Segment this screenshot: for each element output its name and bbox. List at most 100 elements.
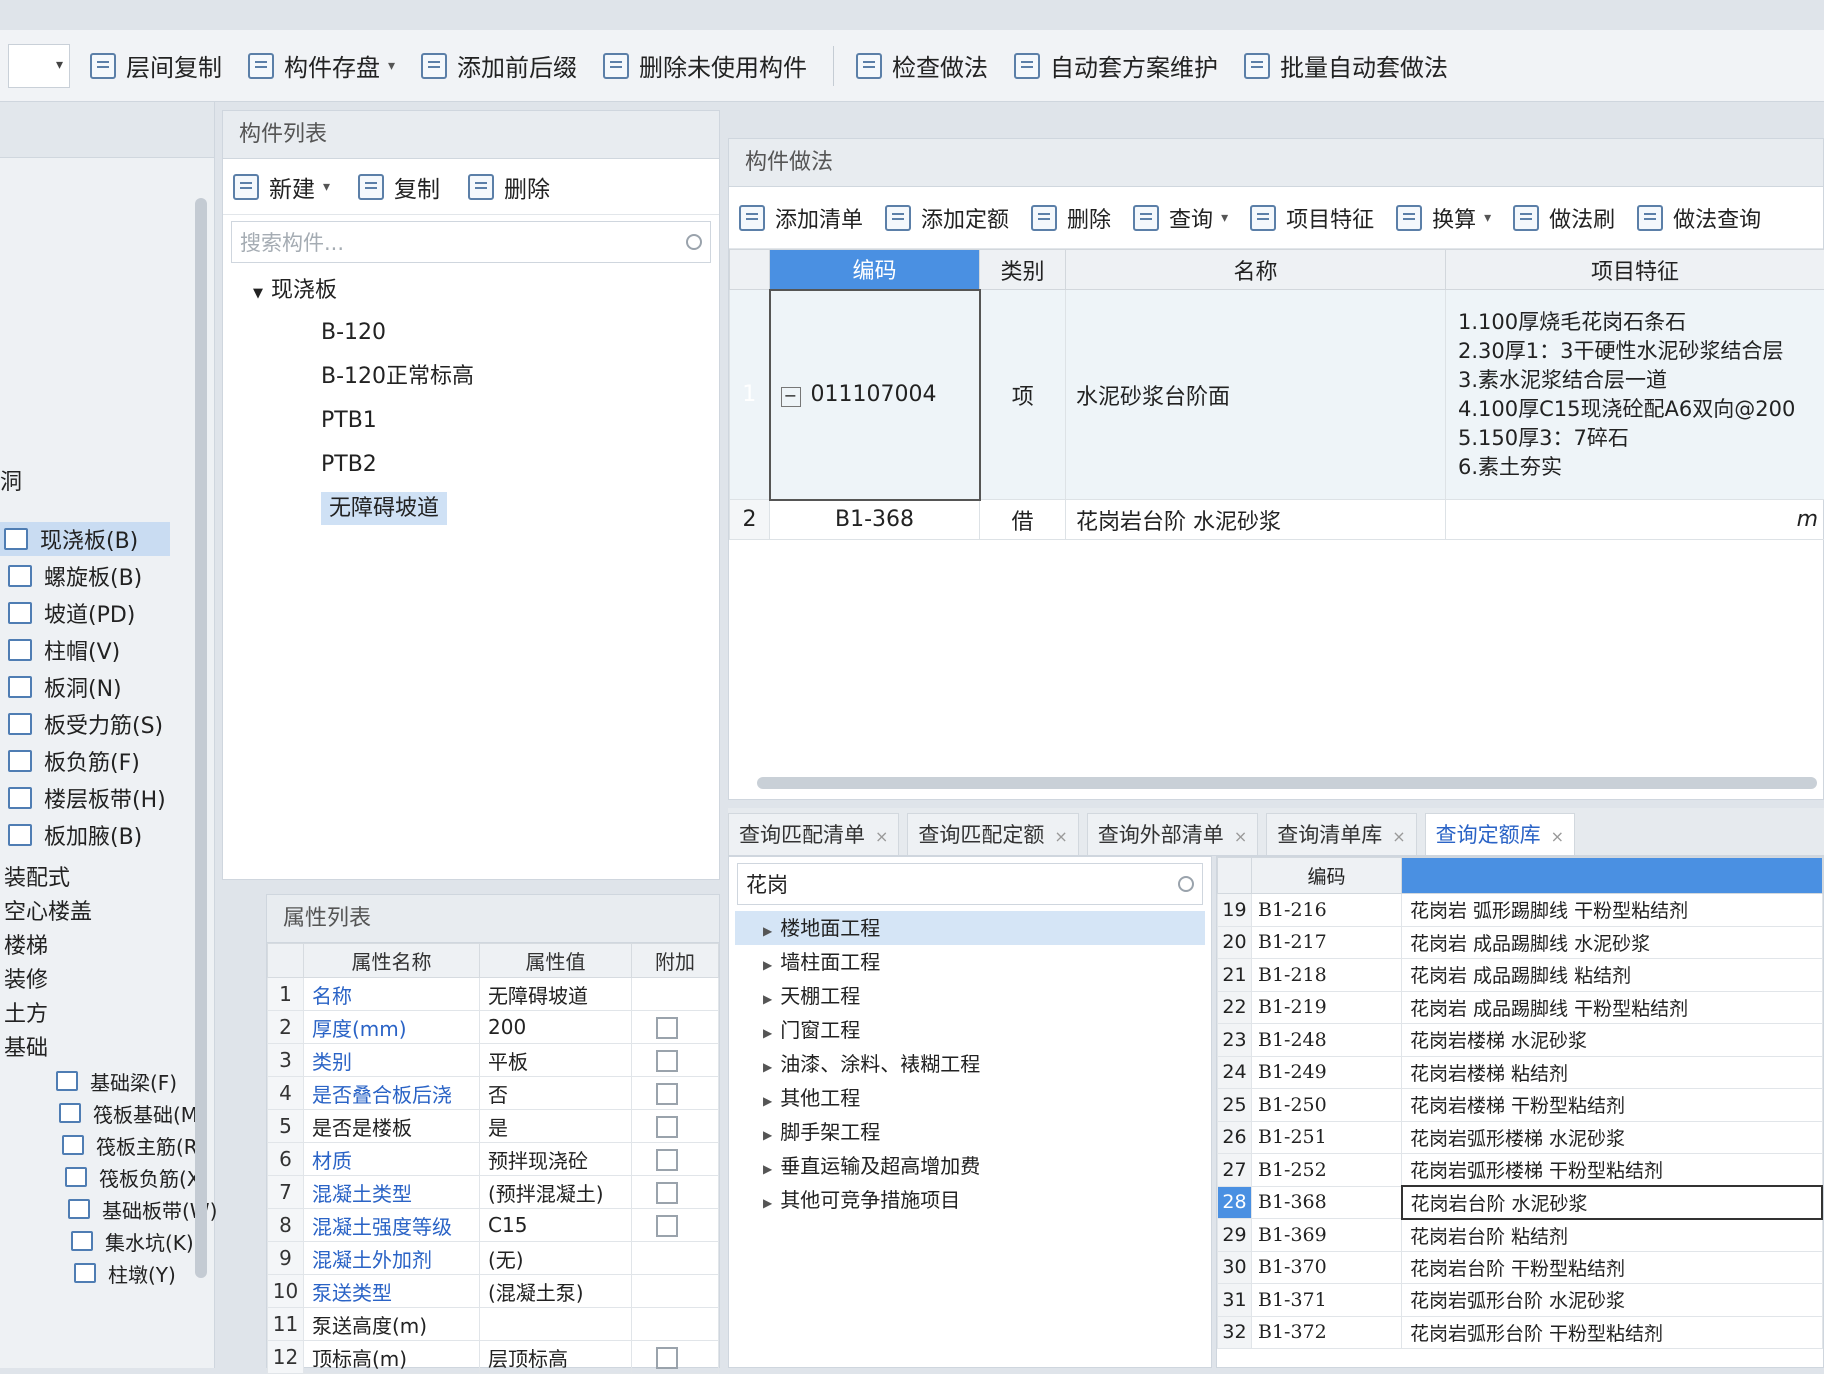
extra-checkbox[interactable] [656,1116,678,1138]
method-tool-button[interactable]: 换算▾ [1396,202,1491,234]
chevron-down-icon[interactable]: ▾ [1221,210,1228,226]
chapter-tree-item[interactable]: ▶油漆、涂料、裱糊工程 [735,1047,1205,1081]
nav-item[interactable]: 坡道(PD) [0,596,200,630]
chapter-tree-item[interactable]: ▶天棚工程 [735,979,1205,1013]
chapter-tree-item[interactable]: ▶门窗工程 [735,1013,1205,1047]
query-tab[interactable]: 查询匹配清单× [728,813,899,855]
new-component-button[interactable]: 新建▾ [233,170,330,204]
quota-row[interactable]: 24B1-249花岗岩楼梯 粘结剂 [1218,1056,1823,1089]
property-row[interactable]: 4是否叠合板后浇否 [268,1077,719,1110]
component-tree-item[interactable]: PTB2 [223,443,719,487]
property-row[interactable]: 5是否是楼板是 [268,1110,719,1143]
quota-row[interactable]: 20B1-217花岗岩 成品踢脚线 水泥砂浆 [1218,926,1823,959]
property-row[interactable]: 9混凝土外加剂(无) [268,1242,719,1275]
property-value[interactable]: (无) [480,1242,632,1275]
component-tree-item[interactable]: B-120 [223,311,719,355]
method-tool-button[interactable]: 删除 [1031,202,1111,234]
nav-item[interactable]: 柱帽(V) [0,633,200,667]
property-value[interactable]: (预拌混凝土) [480,1176,632,1209]
nav-sub-item[interactable]: 集水坑(K) [0,1226,194,1256]
quota-row[interactable]: 23B1-248花岗岩楼梯 水泥砂浆 [1218,1024,1823,1057]
method-tool-button[interactable]: 项目特征 [1250,202,1374,234]
col-quota-name[interactable] [1402,858,1823,894]
property-value[interactable]: C15 [480,1209,632,1242]
col-name[interactable]: 名称 [1066,250,1446,290]
extra-checkbox[interactable] [656,1017,678,1039]
property-value[interactable]: 无障碍坡道 [480,978,632,1011]
query-tab[interactable]: 查询清单库× [1266,813,1416,855]
quota-row[interactable]: 26B1-251花岗岩弧形楼梯 水泥砂浆 [1218,1121,1823,1154]
extra-checkbox[interactable] [656,1050,678,1072]
nav-sub-item[interactable]: 筏板基础(M) [0,1098,206,1128]
caret-right-icon[interactable]: ▶ [763,1162,772,1176]
method-tool-button[interactable]: 做法刷 [1513,202,1615,234]
caret-right-icon[interactable]: ▶ [763,992,772,1006]
nav-group[interactable]: 空心楼盖 [0,894,92,926]
nav-sub-item[interactable]: 筏板负筋(X) [0,1162,208,1192]
nav-item[interactable]: 板加腋(B) [0,818,200,852]
caret-right-icon[interactable]: ▶ [763,924,772,938]
toolbar-button-0[interactable]: 层间复制 [90,48,222,83]
property-row[interactable]: 12顶标高(m)层顶标高 [268,1341,719,1374]
nav-scrollbar[interactable] [195,198,207,1278]
property-value[interactable]: 否 [480,1077,632,1110]
nav-group[interactable]: 装修 [0,962,48,994]
search-icon[interactable] [1178,876,1194,892]
nav-sub-item[interactable]: 基础板带(W) [0,1194,217,1224]
tree-root-node[interactable]: ▼现浇板 [223,271,719,311]
caret-right-icon[interactable]: ▶ [763,1128,772,1142]
property-row[interactable]: 11泵送高度(m) [268,1308,719,1341]
chapter-tree-item[interactable]: ▶楼地面工程 [735,911,1205,945]
chapter-tree-item[interactable]: ▶垂直运输及超高增加费 [735,1149,1205,1183]
extra-checkbox[interactable] [656,1347,678,1369]
toolbar-button-2[interactable]: 添加前后缀 [421,48,577,83]
collapse-icon[interactable]: − [781,387,801,407]
quota-row[interactable]: 29B1-369花岗岩台阶 粘结剂 [1218,1219,1823,1252]
nav-item[interactable]: 板洞(N) [0,670,200,704]
toolbar-button-5[interactable]: 自动套方案维护 [1014,48,1218,83]
property-value[interactable]: (混凝土泵) [480,1275,632,1308]
query-tab[interactable]: 查询外部清单× [1087,813,1258,855]
toolbar-button-3[interactable]: 删除未使用构件 [603,48,807,83]
property-row[interactable]: 8混凝土强度等级C15 [268,1209,719,1242]
caret-down-icon[interactable]: ▼ [253,286,263,301]
property-row[interactable]: 2厚度(mm)200 [268,1011,719,1044]
nav-sub-item[interactable]: 基础梁(F) [0,1066,177,1096]
toolbar-button-6[interactable]: 批量自动套做法 [1244,48,1448,83]
nav-sub-item[interactable]: 柱墩(Y) [0,1258,176,1288]
chevron-down-icon[interactable]: ▾ [1484,210,1491,226]
quota-search-input[interactable]: 花岗 [737,863,1203,905]
quota-row[interactable]: 27B1-252花岗岩弧形楼梯 干粉型粘结剂 [1218,1154,1823,1187]
quota-row[interactable]: 30B1-370花岗岩台阶 干粉型粘结剂 [1218,1251,1823,1284]
toolbar-button-1[interactable]: 构件存盘▾ [248,48,395,83]
quota-row[interactable]: 31B1-371花岗岩弧形台阶 水泥砂浆 [1218,1284,1823,1317]
query-tab[interactable]: 查询定额库× [1425,813,1575,855]
method-row[interactable]: 2 B1-368 借 花岗岩台阶 水泥砂浆 m [730,500,1824,540]
delete-component-button[interactable]: 删除 [468,170,550,204]
nav-group[interactable]: 基础 [0,1030,48,1062]
col-feature[interactable]: 项目特征 [1446,250,1824,290]
quota-row[interactable]: 21B1-218花岗岩 成品踢脚线 粘结剂 [1218,959,1823,992]
property-value[interactable]: 预拌现浇砼 [480,1143,632,1176]
property-row[interactable]: 1名称无障碍坡道 [268,978,719,1011]
close-icon[interactable]: × [1392,827,1405,846]
close-icon[interactable]: × [1054,827,1067,846]
chevron-down-icon[interactable]: ▾ [323,179,330,195]
extra-checkbox[interactable] [656,1083,678,1105]
nav-item[interactable]: 板负筋(F) [0,744,200,778]
component-tree-item[interactable]: B-120正常标高 [223,355,719,399]
copy-component-button[interactable]: 复制 [358,170,440,204]
quota-row[interactable]: 32B1-372花岗岩弧形台阶 干粉型粘结剂 [1218,1316,1823,1349]
nav-item[interactable]: 楼层板带(H) [0,781,200,815]
quota-row[interactable]: 22B1-219花岗岩 成品踢脚线 干粉型粘结剂 [1218,991,1823,1024]
caret-right-icon[interactable]: ▶ [763,1060,772,1074]
caret-right-icon[interactable]: ▶ [763,1196,772,1210]
method-feature-cell[interactable]: 1.100厚烧毛花岗石条石2.30厚1：3干硬性水泥砂浆结合层3.素水泥浆结合层… [1446,290,1824,500]
chapter-tree-item[interactable]: ▶其他工程 [735,1081,1205,1115]
nav-group[interactable]: 楼梯 [0,928,48,960]
property-row[interactable]: 10泵送类型(混凝土泵) [268,1275,719,1308]
nav-item[interactable]: 现浇板(B) [0,522,170,556]
chapter-tree-item[interactable]: ▶墙柱面工程 [735,945,1205,979]
method-tool-button[interactable]: 添加定额 [885,202,1009,234]
nav-group[interactable]: 装配式 [0,860,70,892]
